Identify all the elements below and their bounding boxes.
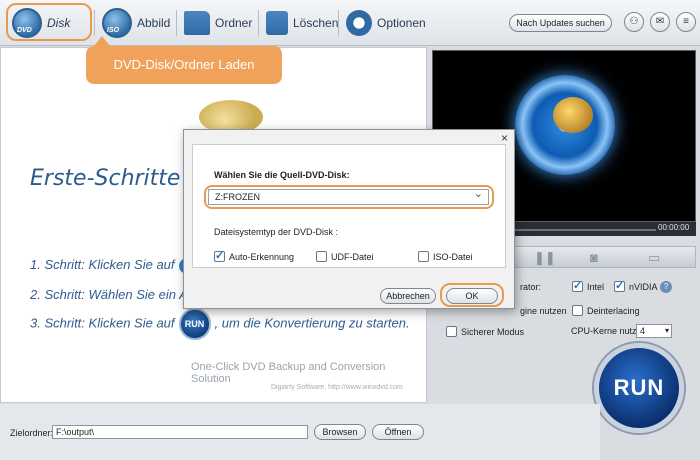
step-2: 2. Schritt: Wählen Sie ein A (30, 287, 188, 302)
engine-label: gine nutzen (520, 306, 567, 316)
trash-icon (266, 11, 288, 35)
source-disk-label: Wählen Sie die Quell-DVD-Disk: (214, 170, 350, 180)
iso-disk-icon: ISO (102, 8, 132, 38)
toolbar-divider (338, 10, 339, 36)
accelerator-label: rator: (520, 282, 542, 292)
tagline: One-Click DVD Backup and Conversion Solu… (191, 361, 386, 385)
check-updates-button[interactable]: Nach Updates suchen (509, 14, 612, 32)
target-folder-input[interactable]: F:\output\ (52, 425, 308, 439)
folder-label: Ordner (215, 16, 253, 30)
delete-label: Löschen (293, 16, 339, 30)
options-label: Optionen (377, 16, 426, 30)
dvd-logo-icon (515, 75, 615, 175)
toolbar-divider (176, 10, 177, 36)
open-button[interactable]: Öffnen (372, 424, 424, 440)
step-3-suffix: , um die Konvertierung zu starten. (214, 315, 410, 331)
company-info: Digiarty Software, http://www.winxdvd.co… (271, 384, 403, 391)
toolbar-divider (94, 10, 95, 36)
browse-button[interactable]: Browsen (314, 424, 366, 440)
disk-tooltip: DVD-Disk/Ordner Laden (86, 36, 282, 84)
step-1: 1. Schritt: Klicken Sie auf (30, 257, 189, 274)
step-3-text: 3. Schritt: Klicken Sie auf (30, 315, 175, 331)
menu-icon[interactable]: ≡ (676, 12, 696, 32)
toolbar-divider (258, 10, 259, 36)
folder-button[interactable]: Ordner (184, 6, 252, 40)
target-folder-label: Zielordner: (10, 428, 54, 438)
cancel-button[interactable]: Abbrechen (380, 288, 436, 304)
intel-checkbox[interactable]: Intel (572, 279, 604, 292)
iso-checkbox[interactable]: ISO-Datei (418, 251, 473, 262)
ok-highlight (440, 283, 504, 307)
options-button[interactable]: Optionen (346, 6, 426, 40)
cpu-cores-select[interactable]: 4 (636, 324, 672, 338)
step-1-text: 1. Schritt: Klicken Sie auf (30, 257, 175, 272)
select-highlight (204, 185, 494, 209)
auto-detect-checkbox[interactable]: Auto-Erkennung (214, 249, 294, 262)
add-folder-icon (184, 11, 210, 35)
person-icon[interactable]: ⚇ (624, 12, 644, 32)
step-3: 3. Schritt: Klicken Sie auf RUN, um die K… (30, 308, 410, 340)
time-display: 00:00:00 (658, 223, 690, 232)
gear-icon (346, 10, 372, 36)
run-button[interactable]: RUN (594, 343, 684, 433)
safe-mode-checkbox[interactable]: Sicherer Modus (446, 326, 524, 337)
mail-icon[interactable]: ✉ (650, 12, 670, 32)
close-icon[interactable]: × (501, 131, 508, 145)
step-2-text: 2. Schritt: Wählen Sie ein A (30, 287, 188, 302)
open-folder-icon[interactable]: ▭ (648, 250, 660, 266)
nvidia-checkbox[interactable]: nVIDIA (614, 279, 658, 292)
select-disk-dialog: × (183, 129, 515, 309)
disk-highlight (6, 3, 92, 41)
image-button[interactable]: ISO Abbild (102, 6, 170, 40)
delete-button[interactable]: Löschen (266, 6, 338, 40)
pause-icon[interactable]: ❚❚ (534, 250, 556, 266)
filesystem-label: Dateisystemtyp der DVD-Disk : (214, 227, 339, 237)
image-label: Abbild (137, 16, 171, 30)
snapshot-icon[interactable]: ◙ (590, 250, 598, 265)
welcome-headline: Erste-Schritte (30, 166, 181, 191)
deinterlace-checkbox[interactable]: Deinterlacing (572, 305, 640, 316)
udf-checkbox[interactable]: UDF-Datei (316, 251, 374, 262)
run-mini-icon: RUN (178, 308, 211, 340)
help-icon[interactable]: ? (660, 281, 672, 293)
